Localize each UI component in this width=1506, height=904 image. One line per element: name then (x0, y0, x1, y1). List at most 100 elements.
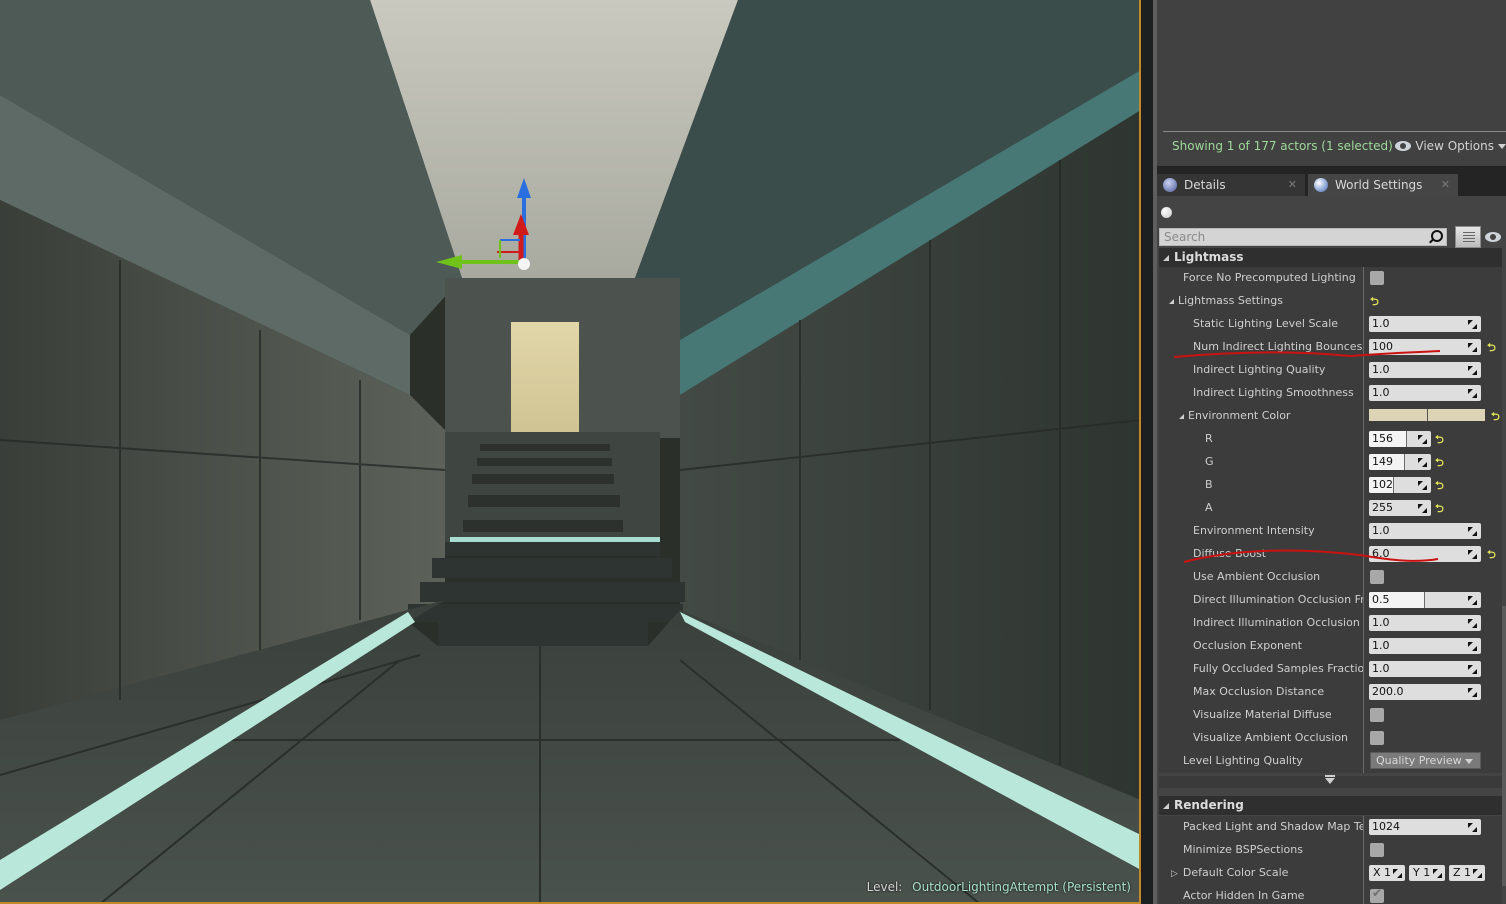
reset-to-default-icon[interactable]: ⮌ (1435, 500, 1444, 519)
max-occlusion-distance-input[interactable]: 200.0 (1369, 684, 1481, 700)
actor-hidden-in-game-checkbox[interactable] (1370, 886, 1384, 903)
force-no-precomputed-checkbox[interactable] (1370, 271, 1384, 285)
env-color-b-input[interactable]: 102 (1369, 477, 1431, 493)
prop-row: Static Lighting Level Scale 1.0 (1159, 313, 1502, 336)
env-color-r-input[interactable]: 156 (1369, 431, 1431, 447)
prop-label: Occlusion Exponent (1193, 639, 1302, 652)
drag-handle-icon[interactable] (1433, 869, 1442, 878)
fully-occluded-samples-input[interactable]: 1.0 (1369, 661, 1481, 677)
drag-handle-icon[interactable] (1468, 619, 1477, 628)
env-color-g-input[interactable]: 149 (1369, 454, 1431, 470)
visualize-ambient-occlusion-checkbox[interactable] (1370, 731, 1384, 745)
panel-splitter[interactable] (1143, 0, 1153, 904)
drag-handle-icon[interactable] (1473, 869, 1482, 878)
close-icon[interactable]: ✕ (1288, 178, 1297, 191)
search-input[interactable]: Search (1159, 228, 1447, 246)
prop-row: Visualize Ambient Occlusion (1159, 727, 1502, 750)
drag-handle-icon[interactable] (1468, 343, 1477, 352)
indirect-lighting-quality-input[interactable]: 1.0 (1369, 362, 1481, 378)
chevron-down-icon (1498, 143, 1506, 149)
prop-row[interactable]: Lightmass Settings ⮌ (1159, 290, 1502, 313)
prop-row[interactable]: ▷ Default Color Scale X 1 Y 1 Z 1 (1159, 862, 1502, 885)
drag-handle-icon[interactable] (1468, 320, 1477, 329)
direct-illum-occlusion-input[interactable]: 0.5 (1369, 592, 1481, 608)
reset-to-default-icon[interactable]: ⮌ (1370, 293, 1379, 312)
level-lighting-quality-dropdown[interactable]: Quality Preview (1370, 752, 1481, 769)
prop-row: Level Lighting Quality Quality Preview (1159, 750, 1502, 773)
view-options-button[interactable]: View Options (1395, 139, 1506, 153)
tab-world-settings[interactable]: World Settings ✕ (1308, 174, 1458, 196)
environment-color-swatch[interactable] (1369, 409, 1485, 421)
environment-intensity-input[interactable]: 1.0 (1369, 523, 1481, 539)
collapse-triangle-icon (1179, 413, 1184, 419)
drag-handle-icon[interactable] (1468, 366, 1477, 375)
eye-icon[interactable] (1485, 232, 1501, 242)
drag-handle-icon[interactable] (1468, 823, 1477, 832)
prop-label: Direct Illumination Occlusion Fraction (1193, 593, 1363, 606)
color-scale-y-input[interactable]: Y 1 (1409, 865, 1445, 881)
prop-label: G (1205, 455, 1214, 468)
drag-handle-icon[interactable] (1468, 550, 1477, 559)
drag-handle-icon[interactable] (1393, 869, 1402, 878)
use-ambient-occlusion-checkbox[interactable] (1370, 570, 1384, 584)
indirect-illum-occlusion-input[interactable]: 1.0 (1369, 615, 1481, 631)
section-title: Rendering (1174, 798, 1244, 812)
drag-handle-icon[interactable] (1418, 504, 1427, 513)
details-scrollbar[interactable] (1502, 606, 1506, 886)
occlusion-exponent-input[interactable]: 1.0 (1369, 638, 1481, 654)
drag-handle-icon[interactable] (1468, 642, 1477, 651)
level-prefix: Level: (866, 880, 903, 894)
property-matrix-button[interactable] (1455, 226, 1481, 248)
prop-row[interactable]: Environment Color ⮌ (1159, 405, 1502, 428)
prop-row: Num Indirect Lighting Bounces 100 ⮌ (1159, 336, 1502, 359)
indirect-lighting-smoothness-input[interactable]: 1.0 (1369, 385, 1481, 401)
level-viewport[interactable]: Level: OutdoorLightingAttempt (Persisten… (0, 0, 1141, 904)
drag-handle-icon[interactable] (1468, 527, 1477, 536)
prop-label: Packed Light and Shadow Map Texture Size (1183, 820, 1363, 833)
reset-to-default-icon[interactable]: ⮌ (1435, 454, 1444, 473)
prop-label: Num Indirect Lighting Bounces (1193, 340, 1363, 353)
drag-handle-icon[interactable] (1418, 435, 1427, 444)
reset-to-default-icon[interactable]: ⮌ (1435, 431, 1444, 450)
color-scale-x-input[interactable]: X 1 (1369, 865, 1405, 881)
expand-advanced-icon (1325, 775, 1335, 784)
prop-row: Direct Illumination Occlusion Fraction 0… (1159, 589, 1502, 612)
prop-row: Actor Hidden In Game (1159, 885, 1502, 904)
color-scale-z-input[interactable]: Z 1 (1449, 865, 1485, 881)
actor-count: Showing 1 of 177 actors (1 selected) (1172, 139, 1393, 153)
visualize-material-diffuse-checkbox[interactable] (1370, 708, 1384, 722)
scene-render (0, 0, 1139, 902)
env-color-a-input[interactable]: 255 (1369, 500, 1431, 516)
group-label: Default Color Scale (1182, 866, 1289, 879)
drag-handle-icon[interactable] (1468, 389, 1477, 398)
packed-light-shadow-size-input[interactable]: 1024 (1369, 819, 1481, 835)
close-icon[interactable]: ✕ (1441, 178, 1450, 191)
prop-row: A 255 ⮌ (1159, 497, 1502, 520)
prop-row: G 149 ⮌ (1159, 451, 1502, 474)
prop-label: Diffuse Boost (1193, 547, 1267, 560)
diffuse-boost-input[interactable]: 6.0 (1369, 546, 1481, 562)
drag-handle-icon[interactable] (1468, 665, 1477, 674)
drag-handle-icon[interactable] (1418, 481, 1427, 490)
drag-handle-icon[interactable] (1468, 596, 1477, 605)
advanced-expand-button[interactable] (1159, 775, 1502, 788)
reset-to-default-icon[interactable]: ⮌ (1487, 339, 1496, 358)
prop-row: Environment Intensity 1.0 (1159, 520, 1502, 543)
tab-details[interactable]: Details ✕ (1157, 174, 1305, 196)
prop-label: Indirect Lighting Smoothness (1193, 386, 1354, 399)
reset-to-default-icon[interactable]: ⮌ (1435, 477, 1444, 496)
static-lighting-level-scale-input[interactable]: 1.0 (1369, 316, 1481, 332)
reset-to-default-icon[interactable]: ⮌ (1491, 408, 1500, 427)
drag-handle-icon[interactable] (1418, 458, 1427, 467)
num-indirect-bounces-input[interactable]: 100 (1369, 339, 1481, 355)
prop-row: Indirect Lighting Smoothness 1.0 (1159, 382, 1502, 405)
prop-row: Fully Occluded Samples Fraction 1.0 (1159, 658, 1502, 681)
minimize-bsp-checkbox[interactable] (1370, 843, 1384, 857)
drag-handle-icon[interactable] (1468, 688, 1477, 697)
eye-icon (1395, 141, 1412, 151)
section-lightmass-header[interactable]: Lightmass (1159, 248, 1502, 267)
reset-to-default-icon[interactable]: ⮌ (1487, 546, 1496, 565)
world-outliner[interactable]: Showing 1 of 177 actors (1 selected) Vie… (1157, 0, 1506, 166)
section-rendering-header[interactable]: Rendering (1159, 796, 1502, 815)
side-panel: Showing 1 of 177 actors (1 selected) Vie… (1143, 0, 1506, 904)
